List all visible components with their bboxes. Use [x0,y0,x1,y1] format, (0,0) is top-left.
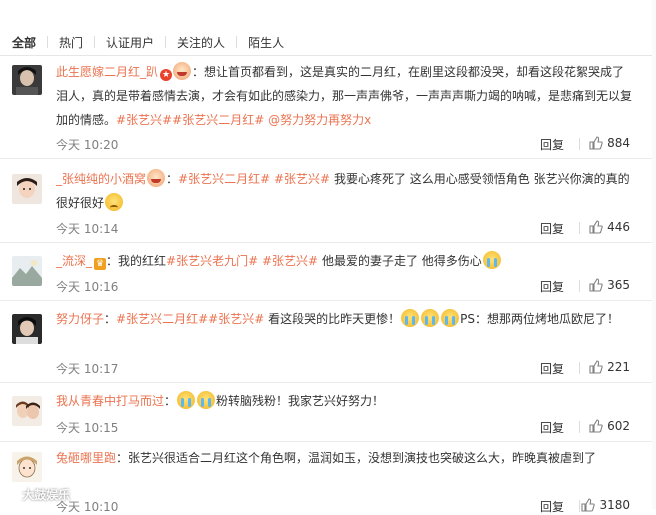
divider [579,500,580,512]
crying-emoji-icon [421,309,440,327]
comment-item: _流深_ ♛ ：我的红红#张艺兴老九门# #张艺兴# 他最爱的妻子走了 他得多伤心 … [0,243,656,301]
divider [579,138,580,150]
thumbs-up-icon [581,498,596,512]
medal-badge-icon: ♛ [94,258,107,270]
avatar[interactable] [12,256,42,286]
thumbs-up-icon [589,360,603,374]
divider [579,362,580,374]
like-button[interactable]: 884 [589,136,630,150]
comment-body: 兔砸哪里跑：张艺兴很适合二月红这个角色啊，温润如玉，没想到演技也突破这么大，昨晚… [56,451,597,465]
comment-item: 我从青春中打马而过： 粉转脑残粉！我家艺兴好努力！ 今天 10:15 回复 602 [0,383,656,442]
comment-meta: 今天 10:20 回复 884 [56,136,636,152]
timestamp: 今天 10:16 [56,280,119,294]
filter-tab-hot[interactable]: 热门 [59,34,83,51]
hashtag-link[interactable]: #张艺兴二月红# [116,312,208,326]
filter-tab-strangers[interactable]: 陌生人 [248,34,284,51]
reply-button[interactable]: 回复 [540,419,564,436]
hashtag-link[interactable]: #张艺兴# [262,254,318,268]
crying-emoji-icon [197,391,216,409]
comment-item: 兔砸哪里跑：张艺兴很适合二月红这个角色啊，温润如玉，没想到演技也突破这么大，昨晚… [0,442,656,514]
username-link[interactable]: 努力伢子 [56,312,104,326]
scrollbar[interactable] [652,0,656,509]
like-count: 884 [607,136,630,150]
username-link[interactable]: 此生愿嫁二月红_趴 [56,65,158,79]
like-count: 3180 [599,498,630,512]
comment-meta: 今天 10:14 回复 446 [56,220,636,236]
reply-button[interactable]: 回复 [540,220,564,237]
like-count: 446 [607,220,630,234]
weibo-logo-icon [6,488,18,500]
crying-emoji-icon [177,391,196,409]
hashtag-link[interactable]: #张艺兴二月红# [178,172,270,186]
timestamp: 今天 10:20 [56,138,119,152]
reply-button[interactable]: 回复 [540,136,564,153]
reply-button[interactable]: 回复 [540,360,564,377]
star-badge-icon: ★ [160,69,173,81]
hashtag-link[interactable]: #张艺兴老九门# [166,254,258,268]
thumbs-up-icon [589,278,603,292]
comment-meta: 今天 10:15 回复 602 [56,419,636,435]
divider [165,36,167,48]
avatar[interactable] [12,65,42,95]
avatar[interactable] [12,314,42,344]
crying-emoji-icon [441,309,460,327]
hashtag-link[interactable]: #张艺兴# [274,172,330,186]
reply-button[interactable]: 回复 [540,498,564,515]
filter-tab-all[interactable]: 全部 [12,34,36,51]
like-count: 602 [607,419,630,433]
comment-meta: 今天 10:10 回复 3180 [56,498,636,514]
username-link[interactable]: 我从青春中打马而过 [56,394,164,408]
comment-body: 我从青春中打马而过： 粉转脑残粉！我家艺兴好努力！ [56,389,636,413]
comment-body: _流深_ ♛ ：我的红红#张艺兴老九门# #张艺兴# 他最爱的妻子走了 他得多伤心 [56,249,636,273]
comment-meta: 今天 10:17 回复 221 [56,360,636,376]
comment-body: 此生愿嫁二月红_趴 ★ ：想让首页都看到，这是真实的二月红，在剧里这段都没哭，却看这… [56,60,636,132]
comment-meta: 今天 10:16 回复 365 [56,278,636,294]
avatar[interactable] [12,452,42,482]
username-link[interactable]: 兔砸哪里跑 [56,451,116,465]
comment-filter-bar: 全部 热门 认证用户 关注的人 陌生人 [0,28,656,56]
username-link[interactable]: _张纯纯的小酒窝 [56,172,146,186]
mention-link[interactable]: @努力努力再努力x [268,113,371,127]
divider [94,36,96,48]
crying-emoji-icon [482,251,501,269]
avatar[interactable] [12,396,42,426]
like-button[interactable]: 446 [589,220,630,234]
comment-item: 此生愿嫁二月红_趴 ★ ：想让首页都看到，这是真实的二月红，在剧里这段都没哭，却看这… [0,56,656,159]
filter-tab-following[interactable]: 关注的人 [177,34,225,51]
filter-tab-verified[interactable]: 认证用户 [106,34,154,51]
comment-item: 努力伢子：#张艺兴二月红##张艺兴# 看这段哭的比昨天更惨！ PS：想那两位烤地瓜… [0,301,656,383]
comment-body: 努力伢子：#张艺兴二月红##张艺兴# 看这段哭的比昨天更惨！ PS：想那两位烤地瓜… [56,307,636,331]
username-link[interactable]: _流深_ [56,254,92,268]
thumbs-up-icon [589,136,603,150]
like-button[interactable]: 3180 [581,498,630,512]
divider [579,280,580,292]
hashtag-link[interactable]: #张艺兴# [208,312,264,326]
timestamp: 今天 10:17 [56,362,119,376]
watermark: 大鼓娱乐 [6,486,70,503]
comment-body: _张纯纯的小酒窝 ：#张艺兴二月红# #张艺兴# 我要心疼死了 这么用心感受领悟角… [56,167,636,215]
grin-emoji-icon [147,169,166,187]
sad-emoji-icon [105,193,124,211]
hashtag-link[interactable]: #张艺兴二月红# [172,113,264,127]
divider [579,421,580,433]
avatar[interactable] [12,174,42,204]
like-button[interactable]: 365 [589,278,630,292]
thumbs-up-icon [589,419,603,433]
timestamp: 今天 10:14 [56,222,119,236]
comment-item: _张纯纯的小酒窝 ：#张艺兴二月红# #张艺兴# 我要心疼死了 这么用心感受领悟角… [0,159,656,243]
hashtag-link[interactable]: #张艺兴# [116,113,172,127]
like-count: 365 [607,278,630,292]
divider [236,36,238,48]
reply-button[interactable]: 回复 [540,278,564,295]
like-button[interactable]: 221 [589,360,630,374]
timestamp: 今天 10:15 [56,421,119,435]
like-count: 221 [607,360,630,374]
crying-emoji-icon [401,309,420,327]
thumbs-up-icon [589,220,603,234]
grin-emoji-icon [173,62,192,80]
divider [579,222,580,234]
divider [47,36,49,48]
like-button[interactable]: 602 [589,419,630,433]
